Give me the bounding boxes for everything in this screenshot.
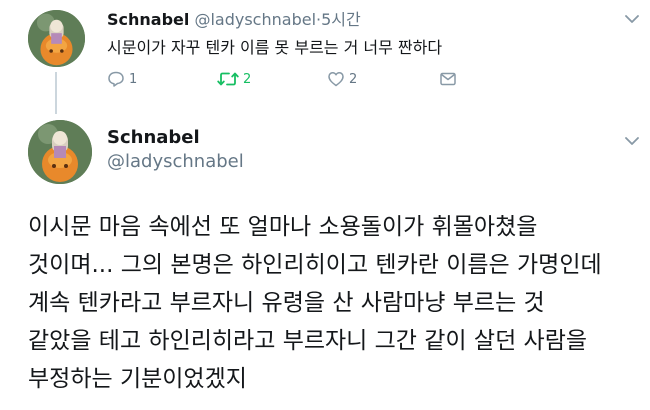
- chevron-down-icon[interactable]: [625, 136, 639, 146]
- retweet-icon: [217, 72, 239, 86]
- reply-count: 1: [129, 71, 138, 87]
- envelope-icon: [440, 72, 456, 86]
- display-name[interactable]: Schnabel: [107, 10, 189, 29]
- tweet-body-line: 것이며... 그의 본명은 하인리히이고 텐카란 이름은 가명인데: [28, 252, 602, 278]
- reply-tweet-text: 시문이가 자꾸 텐카 이름 못 부르는 거 너무 짠하다: [107, 38, 443, 57]
- like-count: 2: [349, 71, 358, 87]
- tweet-body-line: 부정하는 기분이었겠지: [28, 366, 247, 392]
- avatar[interactable]: [28, 120, 92, 184]
- display-name[interactable]: Schnabel: [107, 127, 200, 148]
- tweet-body-line: 계속 텐카라고 부르자니 유령을 산 사람마냥 부르는 것: [28, 290, 545, 316]
- reply-icon: [108, 71, 124, 87]
- tweet-time[interactable]: 5시간: [321, 10, 361, 29]
- like-button[interactable]: 2: [327, 70, 357, 88]
- avatar[interactable]: [28, 10, 85, 67]
- reply-tweet-header: Schnabel @ladyschnabel·5시간: [107, 6, 361, 30]
- retweet-count: 2: [243, 71, 252, 87]
- thread-line: [55, 72, 57, 114]
- heart-icon: [328, 72, 344, 87]
- reply-button[interactable]: 1: [107, 70, 137, 88]
- tweet-body-line: 이시문 마음 속에선 또 얼마나 소용돌이가 휘몰아쳤을: [28, 214, 538, 240]
- user-handle[interactable]: @ladyschnabel: [107, 151, 244, 172]
- tweet-body: 이시문 마음 속에선 또 얼마나 소용돌이가 휘몰아쳤을 것이며... 그의 본…: [28, 208, 644, 398]
- user-handle[interactable]: @ladyschnabel: [194, 10, 316, 29]
- tweet-body-line: 같았을 테고 하인리히라고 부르자니 그간 같이 살던 사람을: [28, 328, 588, 354]
- direct-message-button[interactable]: [439, 70, 457, 88]
- retweet-button[interactable]: 2: [217, 70, 251, 88]
- chevron-down-icon[interactable]: [625, 14, 639, 24]
